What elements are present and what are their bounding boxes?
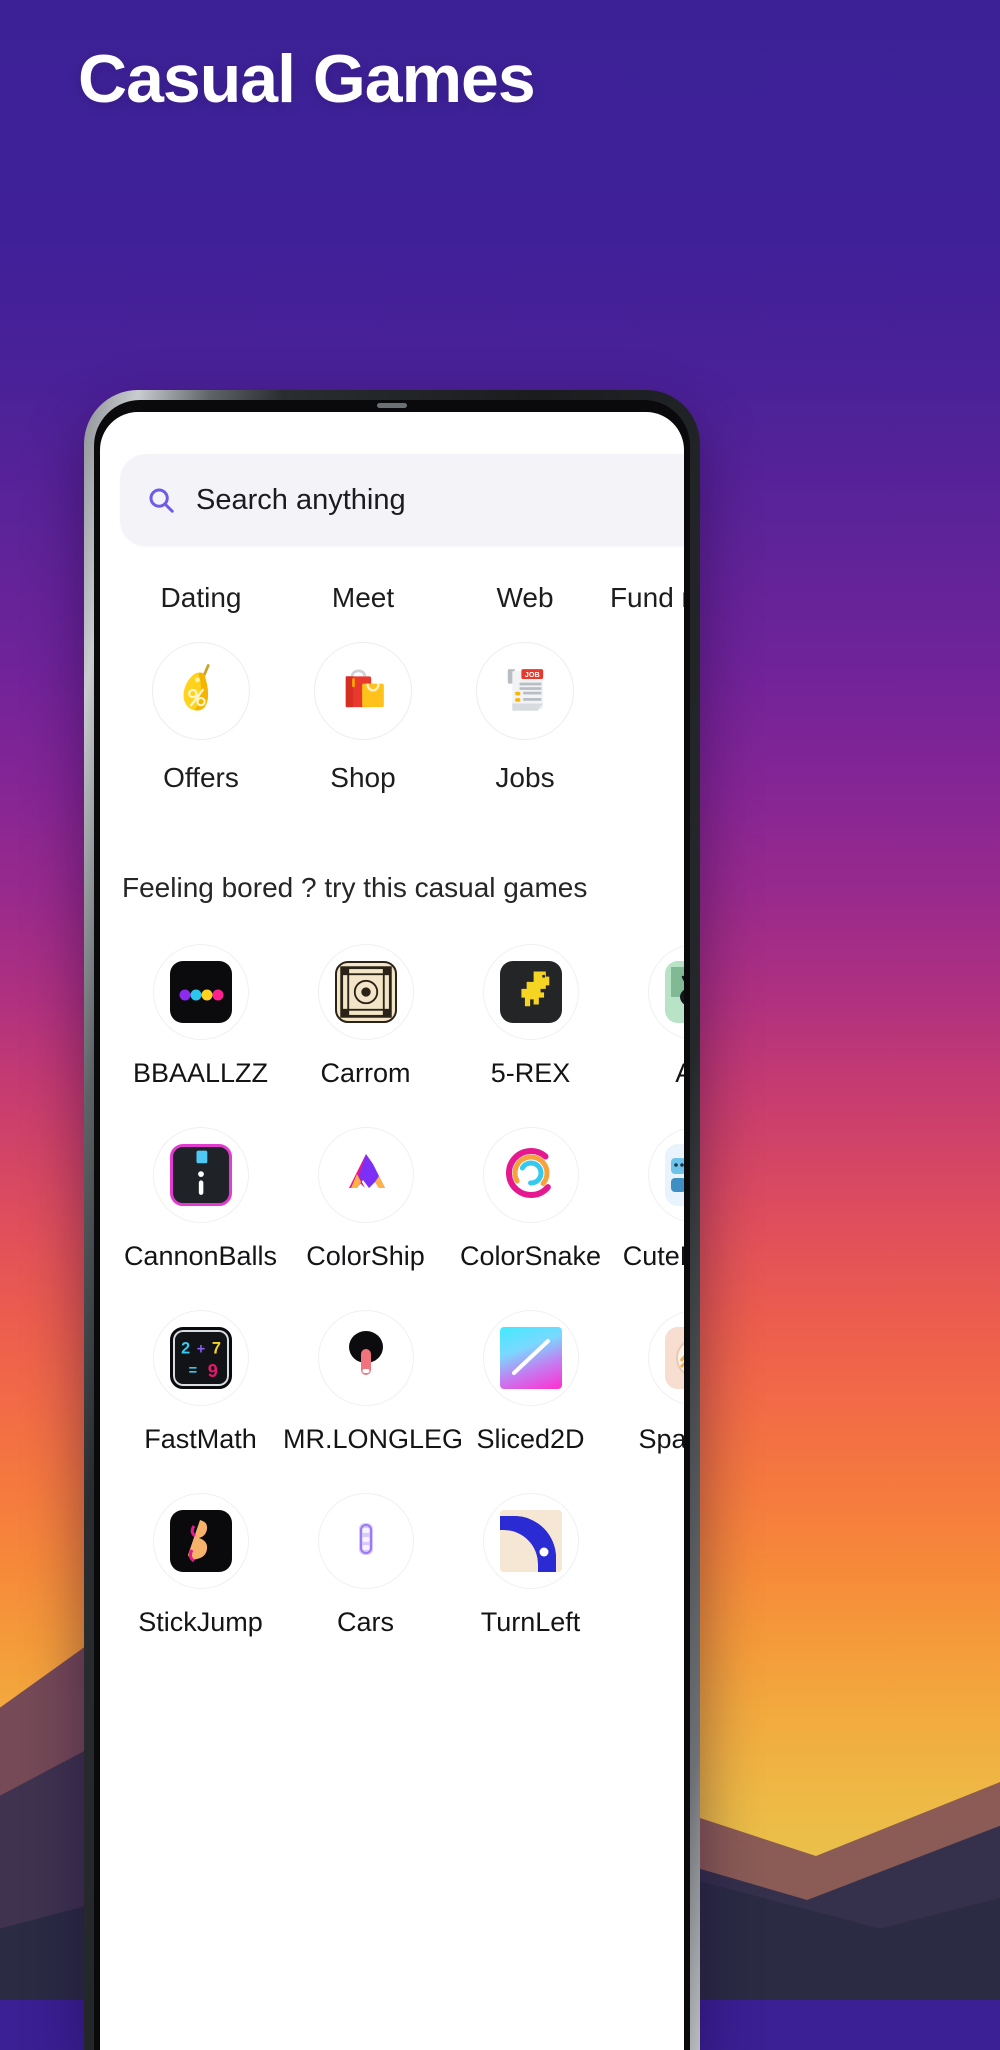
game-label-ant: Ant bbox=[613, 1058, 684, 1089]
quick-action-shop-label: Shop bbox=[330, 762, 396, 793]
search-section: Search anything bbox=[100, 412, 684, 546]
game-item-cars[interactable]: Cars bbox=[283, 1493, 448, 1638]
cars-icon-circle bbox=[317, 1493, 414, 1589]
mrlongleg-icon bbox=[335, 1325, 397, 1392]
game-item-colorship[interactable]: ColorShip bbox=[283, 1127, 448, 1272]
discount-tag-icon bbox=[172, 660, 230, 723]
colorsnake-icon bbox=[500, 1142, 562, 1209]
colorship-icon-circle bbox=[317, 1127, 414, 1223]
game-label-cuterunner: CuteRunner bbox=[622, 1241, 684, 1271]
search-placeholder-text: Search anything bbox=[196, 483, 406, 516]
svg-text:+: + bbox=[196, 1341, 204, 1357]
category-tab-meet[interactable]: Meet bbox=[282, 582, 444, 614]
quick-action-offers[interactable]: Offers bbox=[120, 642, 282, 794]
game-label-stickjump: StickJump bbox=[138, 1607, 263, 1637]
game-item-spaghetti[interactable]: Spaghetti bbox=[613, 1310, 684, 1455]
svg-text:7: 7 bbox=[211, 1339, 220, 1357]
jobs-icon-circle: JOB bbox=[476, 642, 574, 740]
ant-icon bbox=[664, 961, 684, 1023]
fastmath-icon: 2 + 7 = 9 bbox=[169, 1327, 232, 1389]
category-tab-fund-raising[interactable]: Fund raising bbox=[606, 582, 684, 614]
game-item-5-rex[interactable]: 5-REX bbox=[448, 944, 613, 1089]
game-item-turnleft[interactable]: TurnLeft bbox=[448, 1493, 613, 1638]
turnleft-icon bbox=[499, 1510, 562, 1572]
game-label-fastmath: FastMath bbox=[144, 1424, 257, 1454]
mr-longleg-icon-circle bbox=[317, 1310, 414, 1406]
colorship-icon bbox=[335, 1142, 397, 1209]
stickjump-icon bbox=[169, 1510, 232, 1572]
game-label-colorship: ColorShip bbox=[306, 1241, 425, 1271]
search-input[interactable]: Search anything bbox=[120, 454, 684, 546]
quick-action-row: Offers Shop JOB Jobs bbox=[100, 642, 684, 794]
category-tab-dating[interactable]: Dating bbox=[120, 582, 282, 614]
quick-action-jobs-label: Jobs bbox=[495, 762, 555, 793]
game-item-colorsnake[interactable]: ColorSnake bbox=[448, 1127, 613, 1272]
sliced2d-icon bbox=[499, 1327, 562, 1389]
spaghetti-icon-circle bbox=[647, 1310, 684, 1406]
game-label-5-rex: 5-REX bbox=[490, 1058, 571, 1088]
phone-bezel: Search anything Dating Meet Web Fund rai… bbox=[94, 400, 690, 2050]
bbaallzz-icon-circle bbox=[152, 944, 249, 1040]
5-rex-icon-circle bbox=[482, 944, 579, 1040]
game-label-spaghetti: Spaghetti bbox=[638, 1424, 684, 1454]
stickjump-icon-circle bbox=[152, 1493, 249, 1589]
game-item-fastmath[interactable]: 2 + 7 = 9 FastMath bbox=[118, 1310, 283, 1455]
shop-icon-circle bbox=[314, 642, 412, 740]
game-label-sliced2d: Sliced2D bbox=[476, 1424, 585, 1454]
search-icon bbox=[146, 485, 176, 515]
quick-action-jobs[interactable]: JOB Jobs bbox=[444, 642, 606, 794]
carrom-board-icon bbox=[334, 961, 397, 1023]
game-label-carrom: Carrom bbox=[320, 1058, 411, 1088]
svg-text:9: 9 bbox=[207, 1361, 217, 1381]
carrom-icon-circle bbox=[317, 944, 414, 1040]
cars-icon bbox=[335, 1508, 397, 1575]
game-item-sliced2d[interactable]: Sliced2D bbox=[448, 1310, 613, 1455]
bbaallzz-icon bbox=[169, 961, 232, 1023]
phone-speaker bbox=[377, 403, 407, 408]
cannonballs-icon bbox=[169, 1144, 232, 1206]
phone-screen: Search anything Dating Meet Web Fund rai… bbox=[100, 412, 684, 2050]
game-item-carrom[interactable]: Carrom bbox=[283, 944, 448, 1089]
game-label-colorsnake: ColorSnake bbox=[459, 1241, 602, 1271]
game-label-bbaallzz: BBAALLZZ bbox=[132, 1058, 269, 1088]
job-listing-icon: JOB bbox=[496, 660, 554, 723]
cannonballs-icon-circle bbox=[152, 1127, 249, 1223]
game-item-bbaallzz[interactable]: BBAALLZZ bbox=[118, 944, 283, 1089]
sliced2d-icon-circle bbox=[482, 1310, 579, 1406]
spaghetti-icon bbox=[664, 1327, 684, 1389]
game-label-mr-longleg: MR.LONGLEG bbox=[283, 1424, 464, 1454]
quick-action-shop[interactable]: Shop bbox=[282, 642, 444, 794]
game-item-cannonballs[interactable]: CannonBalls bbox=[118, 1127, 283, 1272]
turnleft-icon-circle bbox=[482, 1493, 579, 1589]
poster-headline: Casual Games bbox=[78, 41, 536, 117]
game-item-cuterunner[interactable]: CuteRunner bbox=[613, 1127, 684, 1272]
game-label-cannonballs: CannonBalls bbox=[123, 1241, 278, 1271]
dino-rex-icon bbox=[499, 961, 562, 1023]
svg-text:2: 2 bbox=[181, 1339, 190, 1357]
game-label-turnleft: TurnLeft bbox=[480, 1607, 581, 1637]
games-grid: BBAALLZZ Carrom 5-REX CannonBalls ColorS… bbox=[100, 944, 684, 1676]
colorsnake-icon-circle bbox=[482, 1127, 579, 1223]
cuterunner-icon-circle bbox=[647, 1127, 684, 1223]
svg-text:=: = bbox=[188, 1363, 196, 1379]
ant-icon-circle bbox=[647, 944, 684, 1040]
section-heading: Feeling bored ? try this casual games bbox=[122, 872, 588, 903]
phone-mockup: Search anything Dating Meet Web Fund rai… bbox=[84, 390, 700, 2050]
game-item-mr-longleg[interactable]: MR.LONGLEG bbox=[283, 1310, 464, 1455]
game-label-cars: Cars bbox=[336, 1607, 394, 1637]
game-item-stickjump[interactable]: StickJump bbox=[118, 1493, 283, 1638]
cuterunner-icon bbox=[664, 1144, 684, 1206]
quick-action-offers-label: Offers bbox=[163, 762, 239, 793]
game-item-ant[interactable]: Ant bbox=[613, 944, 684, 1089]
offers-icon-circle bbox=[152, 642, 250, 740]
category-tab-web[interactable]: Web bbox=[444, 582, 606, 614]
shopping-bags-icon bbox=[334, 660, 392, 723]
fastmath-icon-circle: 2 + 7 = 9 bbox=[152, 1310, 249, 1406]
category-tab-row: Dating Meet Web Fund raising bbox=[100, 582, 684, 614]
svg-text:JOB: JOB bbox=[525, 670, 540, 679]
